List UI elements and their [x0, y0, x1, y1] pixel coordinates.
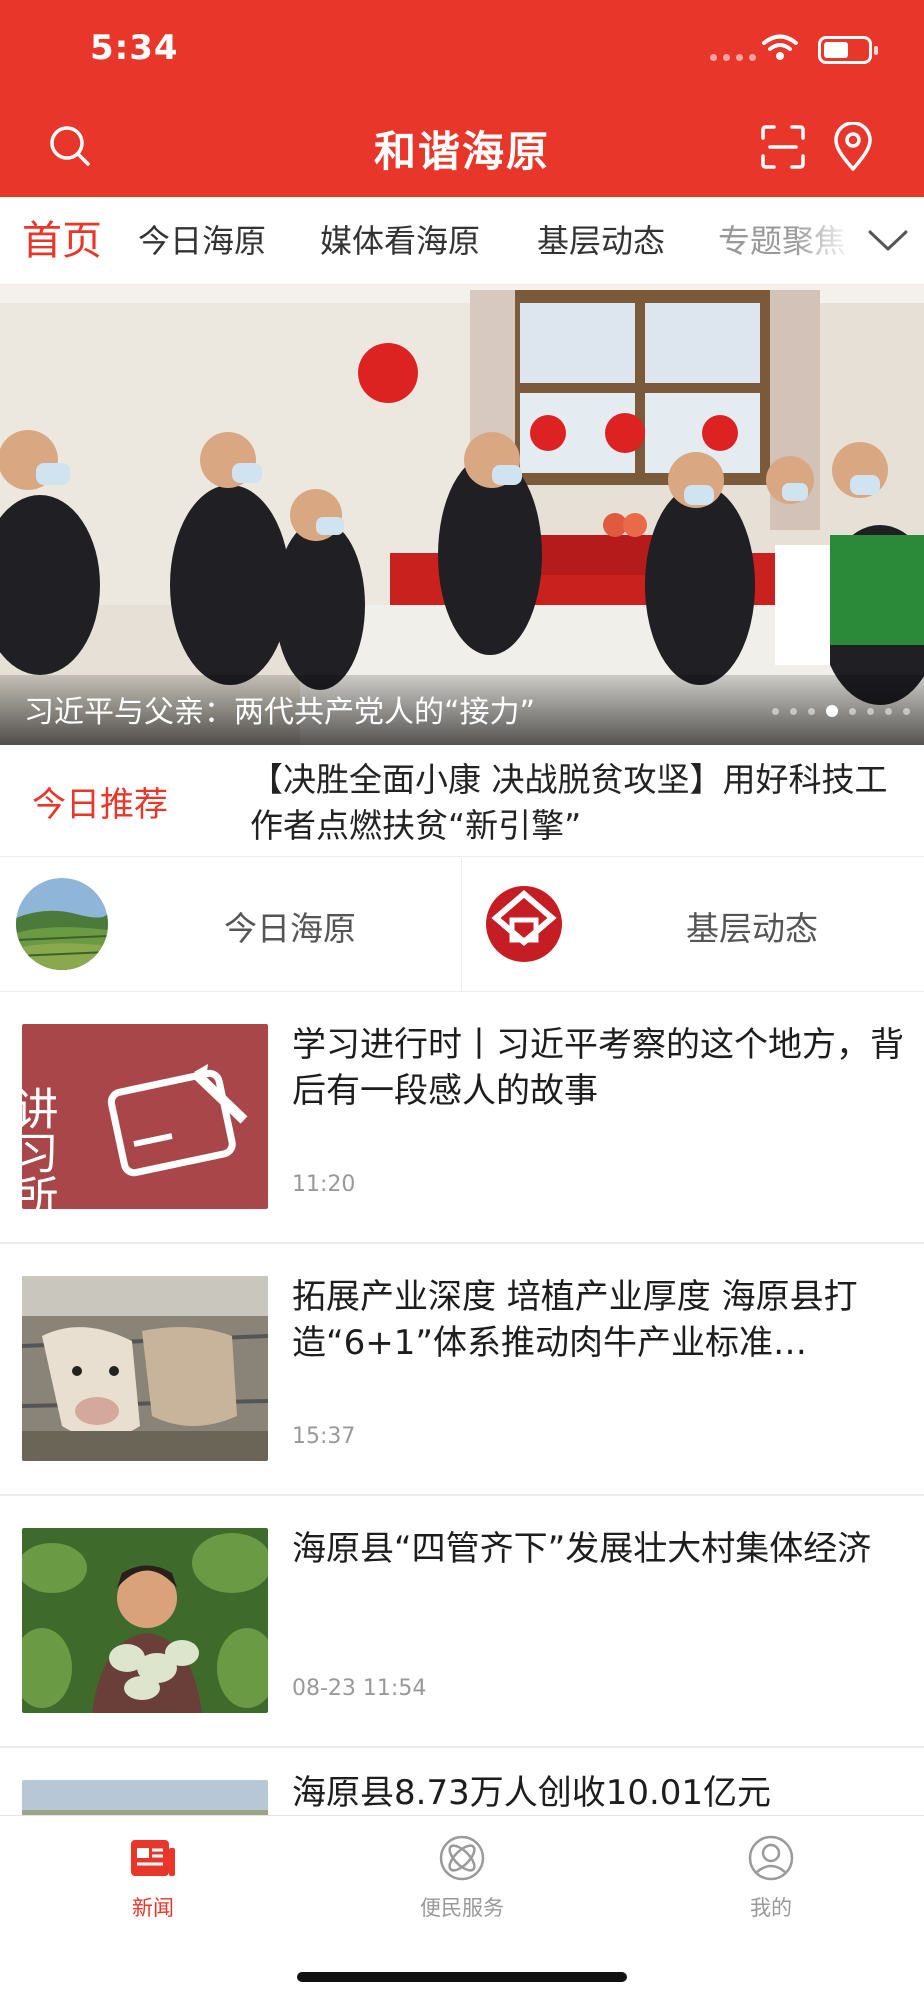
news-item[interactable]: 拓展产业深度 培植产业厚度 海原县打造“6+1”体系推动肉牛产业标准… 15:3… — [0, 1244, 924, 1496]
red-logo-icon — [478, 878, 570, 970]
news-thumbnail — [22, 1528, 268, 1713]
battery-icon — [818, 36, 878, 64]
tab-grassroots[interactable]: 基层动态 — [537, 197, 665, 284]
news-item[interactable]: 海原县“四管齐下”发展壮大村集体经济 08-23 11:54 — [0, 1496, 924, 1748]
nav-label: 我的 — [750, 1896, 792, 1920]
service-icon — [439, 1835, 485, 1881]
news-time: 15:37 — [292, 1424, 356, 1449]
location-pin-icon[interactable] — [832, 122, 874, 172]
news-title: 海原县8.73万人创收10.01亿元 — [292, 1773, 772, 1813]
news-title: 学习进行时丨习近平考察的这个地方，背后有一段感人的故事 — [292, 1025, 904, 1111]
tab-today-haiyuan[interactable]: 今日海原 — [138, 197, 266, 284]
quick-entry-today-haiyuan[interactable]: 今日海原 — [0, 858, 462, 992]
status-time: 5:34 — [90, 28, 179, 68]
landscape-photo-icon — [16, 878, 108, 970]
recommend-headline[interactable]: 【决胜全面小康 决战脱贫攻坚】用好科技工作者点燃扶贫“新引擎” — [250, 757, 900, 849]
quick-entry-label: 基层动态 — [686, 909, 818, 948]
nav-services[interactable]: 便民服务 — [382, 1834, 542, 1922]
wifi-icon — [762, 34, 798, 60]
recommend-label: 今日推荐 — [32, 785, 168, 825]
scan-icon[interactable] — [760, 124, 806, 170]
quick-entries: 今日海原 基层动态 — [0, 858, 924, 992]
nav-news[interactable]: 新闻 — [73, 1834, 233, 1922]
news-title: 拓展产业深度 培植产业厚度 海原县打造“6+1”体系推动肉牛产业标准… — [292, 1277, 858, 1363]
tabs-expand-button[interactable] — [852, 197, 924, 284]
svg-text:讲习所: 讲习所 — [22, 1086, 58, 1209]
today-recommend[interactable]: 今日推荐 【决胜全面小康 决战脱贫攻坚】用好科技工作者点燃扶贫“新引擎” — [0, 745, 924, 857]
banner-caption: 习近平与父亲：两代共产党人的“接力” — [24, 695, 536, 730]
news-time: 11:20 — [292, 1172, 356, 1197]
banner-carousel[interactable]: 习近平与父亲：两代共产党人的“接力” — [0, 285, 924, 745]
home-indicator — [297, 1972, 627, 1982]
news-icon — [131, 1840, 175, 1876]
carousel-indicator — [772, 705, 910, 717]
app-header: 5:34 和谐海原 — [0, 0, 924, 197]
cattle-photo-icon — [22, 1276, 268, 1461]
news-thumbnail: 讲习所 — [22, 1024, 268, 1209]
profile-icon — [748, 1835, 794, 1881]
channel-tabs: 首页 今日海原 媒体看海原 基层动态 专题聚焦 — [0, 197, 924, 285]
nav-profile[interactable]: 我的 — [691, 1834, 851, 1922]
nav-label: 新闻 — [132, 1896, 174, 1920]
notebook-pen-icon: 讲习所 — [22, 1064, 248, 1209]
news-title: 海原县“四管齐下”发展壮大村集体经济 — [292, 1529, 872, 1569]
tab-home[interactable]: 首页 — [22, 197, 102, 284]
chevron-down-icon — [868, 230, 908, 251]
nav-label: 便民服务 — [420, 1896, 504, 1920]
news-thumbnail — [22, 1276, 268, 1461]
news-time: 08-23 11:54 — [292, 1676, 427, 1701]
tab-media-haiyuan[interactable]: 媒体看海原 — [320, 197, 480, 284]
quick-entry-label: 今日海原 — [224, 909, 356, 948]
farmer-photo-icon — [22, 1528, 268, 1713]
cellular-signal-icon — [710, 54, 756, 61]
news-item[interactable]: 讲习所 学习进行时丨习近平考察的这个地方，背后有一段感人的故事 11:20 — [0, 992, 924, 1244]
quick-entry-grassroots[interactable]: 基层动态 — [462, 858, 924, 992]
